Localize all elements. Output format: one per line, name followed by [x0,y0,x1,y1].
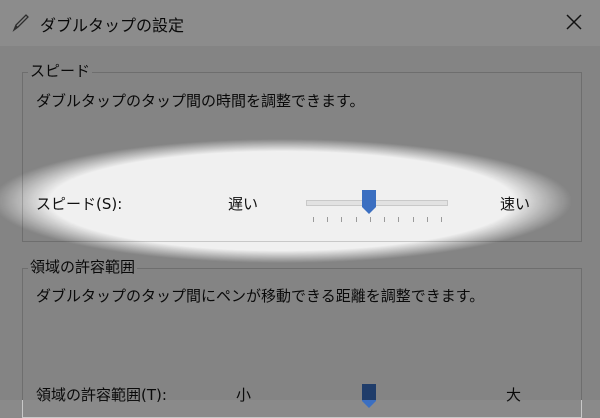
speed-max-label: 速い [500,195,531,213]
pen-icon [12,14,29,32]
speed-slider-ticks [313,217,442,223]
speed-slider-tick [327,217,329,222]
close-icon [566,14,582,30]
area-max-label: 大 [506,386,522,404]
speed-slider-tick [355,217,357,222]
speed-slider-tick [384,217,386,222]
speed-slider-tick [341,217,343,222]
speed-description: ダブルタップのタップ間の時間を調整できます。 [36,92,365,110]
speed-slider-tick [441,217,442,222]
area-group-title: 領域の許容範囲 [28,256,138,277]
speed-slider-tick [313,217,314,222]
speed-slider-tick [398,217,400,222]
area-slider-label: 領域の許容範囲(T): [36,386,167,404]
area-min-label: 小 [236,386,252,404]
speed-slider-track[interactable] [306,200,448,206]
area-description: ダブルタップのタップ間にペンが移動できる距離を調整できます。 [36,287,485,305]
speed-group-title: スピード [28,60,93,81]
speed-slider-label: スピード(S): [36,195,123,213]
title-bar: ダブルタップの設定 [0,0,600,46]
area-slider-thumb[interactable] [362,384,376,408]
window-title: ダブルタップの設定 [40,16,185,35]
speed-slider-tick [412,217,414,222]
speed-slider-tick [369,217,371,222]
speed-slider-tick [426,217,428,222]
speed-slider-thumb[interactable] [362,190,376,214]
close-button[interactable] [562,10,586,34]
speed-min-label: 遅い [228,195,259,213]
double-tap-settings-dialog: ダブルタップの設定 スピード ダブルタップのタップ間の時間を調整できます。 スピ… [0,0,600,418]
